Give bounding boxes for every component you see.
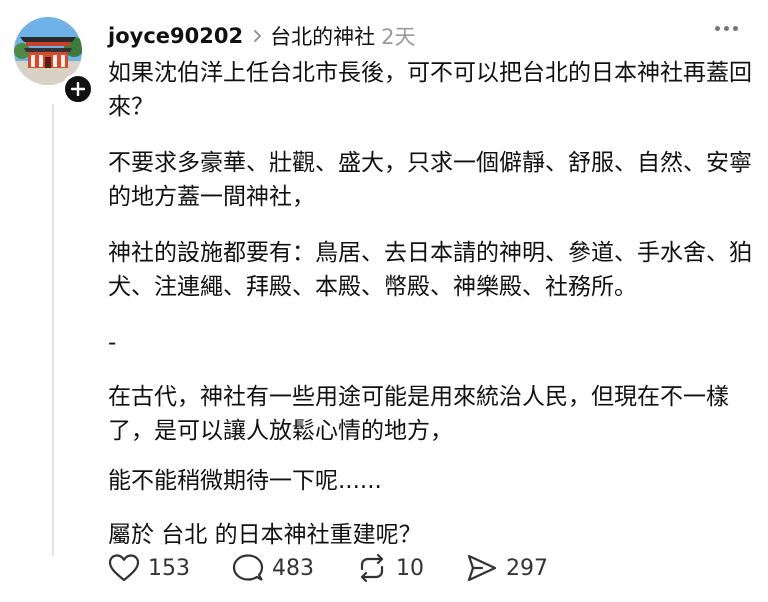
comment-icon: [232, 554, 264, 581]
repost-count: 10: [396, 555, 424, 581]
heart-icon: [108, 554, 140, 582]
thread-line: [52, 104, 54, 556]
post-paragraph: 如果沈伯洋上任台北市長後，可不可以把台北的日本神社再蓋回來？: [108, 60, 752, 120]
chevron-right-icon: [253, 29, 262, 43]
more-horizontal-icon[interactable]: [715, 26, 738, 31]
post-paragraph: 神社的設施都要有：鳥居、去日本請的神明、參道、手水舍、狛犬、注連繩、拜殿、本殿、…: [108, 240, 752, 300]
like-count: 153: [148, 555, 190, 581]
comment-count: 483: [272, 555, 314, 581]
share-button[interactable]: 297: [466, 553, 548, 583]
action-bar: 153 483 10 297: [108, 550, 590, 586]
topic-tag-link[interactable]: 台北的神社: [270, 21, 375, 51]
post-timestamp: 2天: [381, 25, 416, 49]
post-paragraph: 屬於 台北 的日本神社重建呢？: [108, 522, 422, 548]
follow-button[interactable]: [62, 73, 94, 105]
repost-button[interactable]: 10: [356, 553, 424, 583]
plus-icon: [71, 82, 85, 96]
post-paragraph: -: [108, 330, 117, 356]
post-paragraph: 能不能稍微期待一下呢......: [108, 468, 382, 494]
like-button[interactable]: 153: [108, 553, 190, 583]
comment-button[interactable]: 483: [232, 553, 314, 583]
post-paragraph: 在古代，神社有一些用途可能是用來統治人民，但現在不一樣了，是可以讓人放鬆心情的地…: [108, 384, 729, 444]
post-body: 如果沈伯洋上任台北市長後，可不可以把台北的日本神社再蓋回來？ 不要求多豪華、壯觀…: [108, 56, 758, 552]
send-icon: [467, 554, 497, 582]
post-paragraph: 不要求多豪華、壯觀、盛大，只求一個僻靜、舒服、自然、安寧的地方蓋一間神社，: [108, 150, 752, 210]
username-link[interactable]: joyce90202: [108, 24, 243, 48]
post-header: joyce90202 台北的神社 2天: [108, 20, 738, 52]
repost-icon: [360, 553, 384, 583]
share-count: 297: [506, 555, 548, 581]
author-avatar-wrapper[interactable]: [14, 17, 94, 105]
